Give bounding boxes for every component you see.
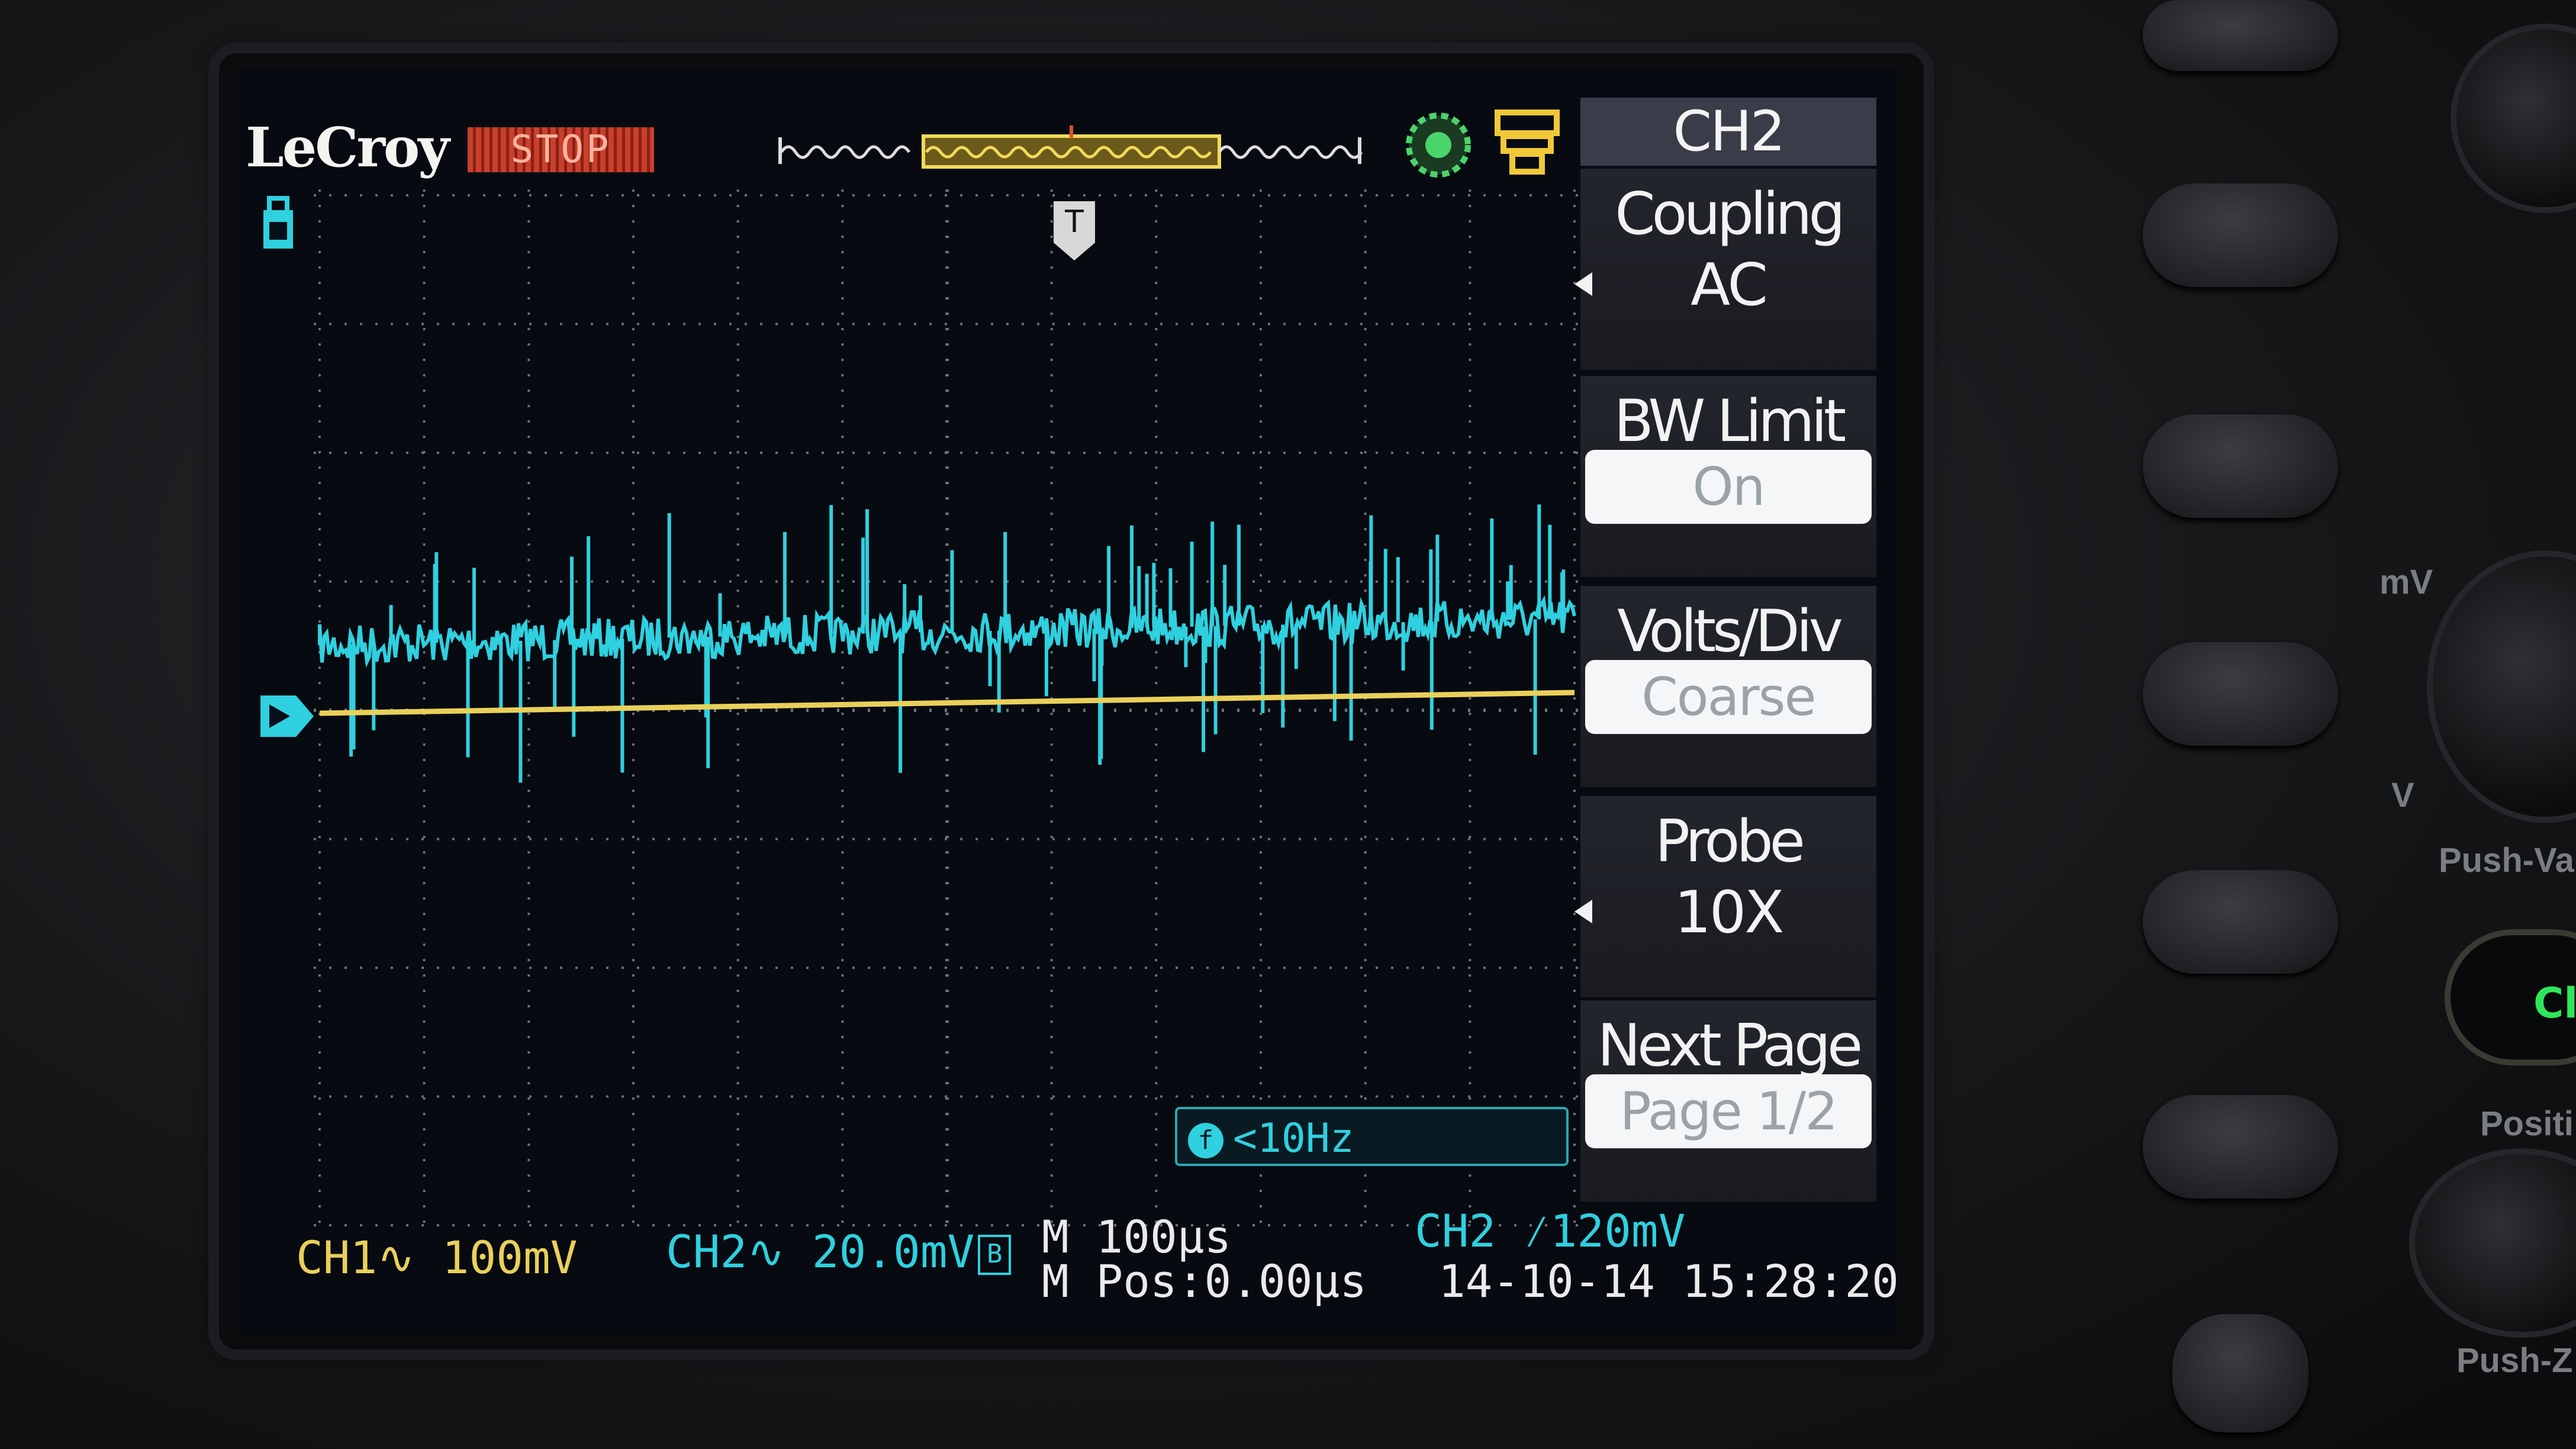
frequency-readout: f <10Hz <box>1175 1107 1569 1166</box>
menu-item-value: AC <box>1690 252 1768 319</box>
menu-item-bw-limit[interactable]: BW Limit On <box>1580 376 1876 577</box>
softkey-top[interactable] <box>2143 0 2338 71</box>
run-status-badge: STOP <box>468 127 654 172</box>
bw-limit-badge: B <box>978 1235 1012 1275</box>
printer-icon <box>1495 110 1560 175</box>
menu-title: CH2 <box>1580 98 1876 166</box>
menu-item-value: Page 1/2 <box>1585 1074 1872 1148</box>
softkey-2[interactable] <box>2143 414 2338 518</box>
knob-label-mv: mV <box>2379 563 2433 601</box>
knob-label-v: V <box>2391 776 2414 814</box>
trigger-marker-label: T <box>1065 204 1084 240</box>
position-label: Positi <box>2480 1105 2574 1143</box>
menu-item-label: Probe <box>1655 808 1805 875</box>
menu-item-next-page[interactable]: Next Page Page 1/2 <box>1580 1000 1876 1202</box>
date-time: 14-10-14 15:28:20 <box>1438 1255 1899 1308</box>
main-position: M Pos:0.00μs <box>1042 1255 1367 1308</box>
menu-item-coupling[interactable]: Coupling AC <box>1574 169 1876 370</box>
softkey-3[interactable] <box>2143 642 2338 746</box>
menu-item-label: BW Limit <box>1614 388 1847 455</box>
frequency-icon: f <box>1188 1123 1223 1159</box>
push-zero-label: Push-Z <box>2456 1341 2573 1380</box>
softkey-menu-off[interactable] <box>2172 1314 2308 1432</box>
ch2-scale-group: CH2∿ 20.0mV B <box>666 1225 1012 1278</box>
memory-position-bar <box>778 125 1363 169</box>
menu-item-label: Coupling <box>1615 181 1845 248</box>
brand-logo: LeCroy <box>246 115 450 179</box>
waveform-display <box>314 189 1580 1231</box>
softkey-1[interactable] <box>2143 183 2338 287</box>
menu-item-volts-div[interactable]: Volts/Div Coarse <box>1580 586 1876 787</box>
menu-item-value: On <box>1585 450 1872 524</box>
save-icon <box>263 196 293 249</box>
trigger-status-icon <box>1406 112 1471 178</box>
push-label: Push-Va <box>2439 841 2574 880</box>
ch1-scale: CH1∿ 100mV <box>296 1231 578 1284</box>
channel-button[interactable]: Cl <box>2445 929 2576 1065</box>
menu-item-probe[interactable]: Probe 10X <box>1574 796 1876 997</box>
softkey-5[interactable] <box>2143 1095 2338 1199</box>
softkey-4[interactable] <box>2143 870 2338 974</box>
ch2-scale: CH2∿ 20.0mV <box>666 1225 975 1278</box>
ch1-ground-marker <box>260 695 314 737</box>
menu-item-label: Next Page <box>1597 1012 1863 1080</box>
menu-item-label: Volts/Div <box>1617 598 1843 665</box>
frequency-value: <10Hz <box>1233 1115 1354 1162</box>
trigger-level: CH2 ⁄120mV <box>1415 1205 1686 1257</box>
menu-item-value: Coarse <box>1585 660 1872 734</box>
menu-item-value: 10X <box>1674 879 1785 946</box>
